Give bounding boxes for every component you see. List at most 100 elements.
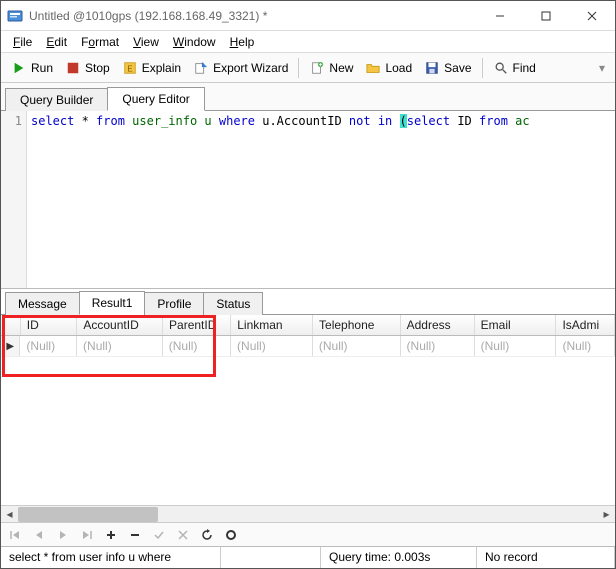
explain-button[interactable]: E Explain: [116, 57, 187, 79]
scroll-right-icon[interactable]: ▸: [598, 506, 615, 523]
explain-label: Explain: [142, 61, 181, 75]
cell[interactable]: (Null): [401, 336, 475, 356]
stop-icon: [65, 60, 81, 76]
line-gutter: 1: [1, 111, 27, 288]
apply-icon[interactable]: [151, 527, 167, 543]
separator: [482, 58, 483, 78]
export-label: Export Wizard: [213, 61, 288, 75]
save-label: Save: [444, 61, 471, 75]
nav-prev-icon[interactable]: [31, 527, 47, 543]
cancel-icon[interactable]: [175, 527, 191, 543]
search-icon: [493, 60, 509, 76]
result-grid: IDAccountIDParentIDLinkmanTelephoneAddre…: [1, 315, 615, 522]
nav-next-icon[interactable]: [55, 527, 71, 543]
row-indicator: ▶: [1, 336, 20, 356]
stop-button[interactable]: Stop: [59, 57, 116, 79]
status-query-text: select * from user info u where: [1, 547, 221, 568]
toolbar: Run Stop E Explain Export Wizard New Loa…: [1, 53, 615, 83]
nav-first-icon[interactable]: [7, 527, 23, 543]
column-header[interactable]: AccountID: [77, 315, 163, 335]
maximize-button[interactable]: [523, 1, 569, 30]
minimize-button[interactable]: [477, 1, 523, 30]
tab-message[interactable]: Message: [5, 292, 80, 315]
new-label: New: [329, 61, 353, 75]
stop-label: Stop: [85, 61, 110, 75]
menubar: File Edit Format View Window Help: [1, 31, 615, 53]
load-button[interactable]: Load: [359, 57, 418, 79]
nav-last-icon[interactable]: [79, 527, 95, 543]
menu-file[interactable]: File: [7, 33, 38, 51]
cell[interactable]: (Null): [20, 336, 77, 356]
save-button[interactable]: Save: [418, 57, 477, 79]
statusbar: select * from user info u where Query ti…: [1, 546, 615, 568]
scroll-left-icon[interactable]: ◂: [1, 506, 18, 523]
menu-view[interactable]: View: [127, 33, 165, 51]
cell[interactable]: (Null): [163, 336, 231, 356]
column-header[interactable]: ID: [21, 315, 78, 335]
new-button[interactable]: New: [303, 57, 359, 79]
cell[interactable]: (Null): [556, 336, 615, 356]
tab-query-editor[interactable]: Query Editor: [107, 87, 204, 111]
refresh-icon[interactable]: [199, 527, 215, 543]
sql-editor[interactable]: select * from user_info u where u.Accoun…: [27, 111, 615, 288]
main-tabs: Query Builder Query Editor: [1, 83, 615, 111]
result-tabs: Message Result1 Profile Status: [1, 289, 615, 315]
delete-record-icon[interactable]: [127, 527, 143, 543]
menu-format[interactable]: Format: [75, 33, 125, 51]
run-button[interactable]: Run: [5, 57, 59, 79]
table-row[interactable]: ▶ (Null)(Null)(Null)(Null)(Null)(Null)(N…: [1, 336, 615, 357]
tab-result1[interactable]: Result1: [79, 291, 146, 315]
new-icon: [309, 60, 325, 76]
menu-help[interactable]: Help: [224, 33, 261, 51]
svg-text:E: E: [127, 64, 132, 73]
status-record-count: No record: [477, 547, 615, 568]
status-query-time: Query time: 0.003s: [321, 547, 477, 568]
column-header[interactable]: Telephone: [313, 315, 401, 335]
row-indicator-header: [1, 315, 21, 335]
export-icon: [193, 60, 209, 76]
status-spacer: [221, 547, 321, 568]
cell[interactable]: (Null): [231, 336, 313, 356]
stop-refresh-icon[interactable]: [223, 527, 239, 543]
menu-window[interactable]: Window: [167, 33, 222, 51]
tab-query-builder[interactable]: Query Builder: [5, 88, 108, 111]
cell[interactable]: (Null): [313, 336, 401, 356]
cell[interactable]: (Null): [475, 336, 557, 356]
export-wizard-button[interactable]: Export Wizard: [187, 57, 294, 79]
save-icon: [424, 60, 440, 76]
run-label: Run: [31, 61, 53, 75]
column-header[interactable]: ParentID: [163, 315, 231, 335]
app-window: Untitled @1010gps (192.168.168.49_3321) …: [0, 0, 616, 569]
result-grid-container: IDAccountIDParentIDLinkmanTelephoneAddre…: [1, 315, 615, 522]
results-pane: Message Result1 Profile Status IDAccount…: [1, 289, 615, 546]
window-title: Untitled @1010gps (192.168.168.49_3321) …: [29, 9, 477, 23]
find-button[interactable]: Find: [487, 57, 542, 79]
column-header[interactable]: Email: [475, 315, 557, 335]
horizontal-scrollbar[interactable]: ◂ ▸: [1, 505, 615, 522]
tab-status[interactable]: Status: [203, 292, 263, 315]
sql-editor-pane: 1 select * from user_info u where u.Acco…: [1, 111, 615, 289]
app-icon: [7, 8, 23, 24]
column-header[interactable]: IsAdmi: [556, 315, 615, 335]
toolbar-overflow[interactable]: ▾: [599, 61, 611, 75]
load-label: Load: [385, 61, 412, 75]
menu-edit[interactable]: Edit: [40, 33, 73, 51]
add-record-icon[interactable]: [103, 527, 119, 543]
column-header[interactable]: Linkman: [231, 315, 313, 335]
column-header[interactable]: Address: [401, 315, 475, 335]
current-row-icon: ▶: [6, 341, 14, 352]
grid-body: ▶ (Null)(Null)(Null)(Null)(Null)(Null)(N…: [1, 336, 615, 505]
line-number: 1: [1, 114, 22, 128]
tab-profile[interactable]: Profile: [144, 292, 204, 315]
close-button[interactable]: [569, 1, 615, 30]
cell[interactable]: (Null): [77, 336, 163, 356]
separator: [298, 58, 299, 78]
scroll-thumb[interactable]: [18, 507, 158, 522]
titlebar: Untitled @1010gps (192.168.168.49_3321) …: [1, 1, 615, 31]
grid-header: IDAccountIDParentIDLinkmanTelephoneAddre…: [1, 315, 615, 336]
explain-icon: E: [122, 60, 138, 76]
folder-icon: [365, 60, 381, 76]
find-label: Find: [513, 61, 536, 75]
play-icon: [11, 60, 27, 76]
record-nav-toolbar: [1, 522, 615, 546]
